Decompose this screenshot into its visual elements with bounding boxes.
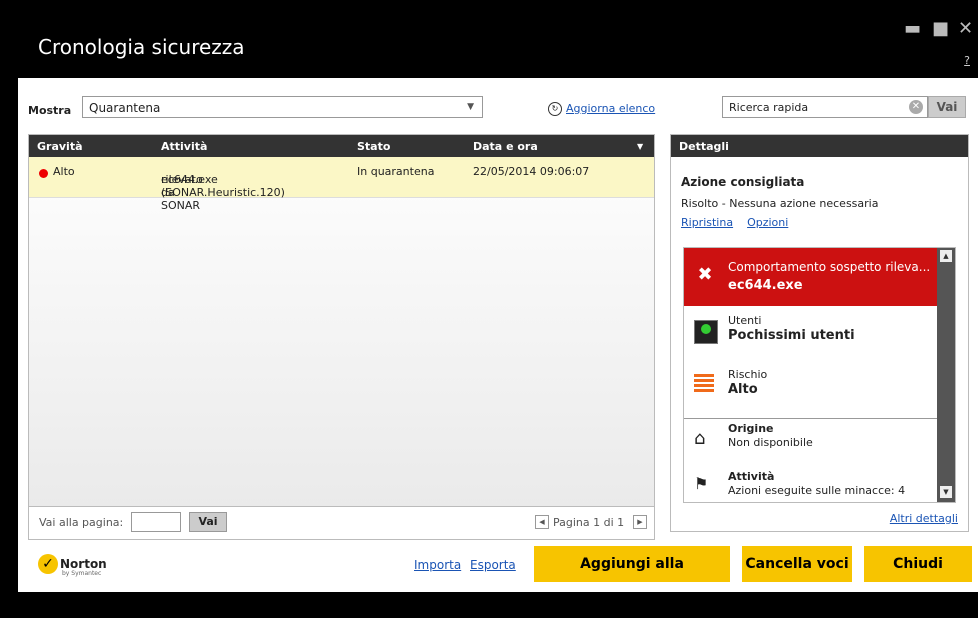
- restore-link[interactable]: Ripristina: [681, 216, 733, 229]
- clear-search-icon[interactable]: ✕: [909, 100, 923, 114]
- recommended-title: Azione consigliata: [681, 175, 805, 189]
- home-icon: ⌂: [694, 428, 706, 449]
- activity-label: Attività: [728, 470, 775, 483]
- cell-activity-line2: rilevato da SONAR: [161, 173, 203, 212]
- search-placeholder: Ricerca rapida: [729, 101, 809, 114]
- risk-label: Rischio: [728, 368, 768, 381]
- show-label: Mostra: [28, 104, 72, 117]
- column-header-status[interactable]: Stato: [357, 140, 390, 153]
- pager-bar: Vai alla pagina: Vai ◀ Pagina 1 di 1 ▶: [28, 506, 655, 540]
- scroll-up-icon[interactable]: ▲: [940, 250, 952, 262]
- show-select-value: Quarantena: [89, 101, 161, 115]
- goto-page-button[interactable]: Vai: [189, 512, 227, 532]
- scroll-down-icon[interactable]: ▼: [940, 486, 952, 498]
- recommended-action: Azione consigliata Risolto - Nessuna azi…: [681, 175, 878, 229]
- window-title: Cronologia sicurezza: [38, 35, 245, 59]
- threat-banner: ✖ Comportamento sospetto rileva... ec644…: [684, 248, 938, 306]
- add-to-quarantine-button[interactable]: Aggiungi alla quarantena: [534, 546, 730, 608]
- cell-datetime: 22/05/2014 09:06:07: [473, 165, 590, 178]
- prev-page-icon[interactable]: ◀: [535, 515, 549, 529]
- title-bar: Cronologia sicurezza ▬ ■ ✕ ?: [0, 0, 978, 78]
- main-panel: Mostra Quarantena ▼ ↻ Aggiorna elenco Ric…: [18, 78, 978, 608]
- risk-level-icon: [694, 374, 714, 392]
- close-button[interactable]: Chiudi: [864, 546, 972, 582]
- column-header-severity[interactable]: Gravità: [37, 140, 83, 153]
- sort-down-icon[interactable]: ▼: [637, 142, 643, 151]
- details-header: Dettagli: [671, 135, 968, 157]
- next-page-icon[interactable]: ▶: [633, 515, 647, 529]
- threat-x-icon: ✖: [697, 264, 713, 285]
- refresh-link[interactable]: Aggiorna elenco: [566, 102, 655, 115]
- search-input[interactable]: Ricerca rapida ✕: [722, 96, 928, 118]
- minimize-icon[interactable]: ▬: [904, 18, 921, 39]
- details-list: ✖ Comportamento sospetto rileva... ec644…: [683, 247, 956, 503]
- history-table: Gravità Attività Stato Data e ora ▼ Alto…: [28, 134, 655, 530]
- options-link[interactable]: Opzioni: [747, 216, 788, 229]
- threat-description: Comportamento sospetto rileva...: [728, 260, 931, 274]
- severity-high-icon: [39, 169, 48, 178]
- table-header: Gravità Attività Stato Data e ora ▼: [29, 135, 654, 157]
- goto-page-input[interactable]: [131, 512, 181, 532]
- norton-check-icon: ✓: [38, 554, 58, 574]
- recommended-text: Risolto - Nessuna azione necessaria: [681, 197, 879, 210]
- maximize-icon[interactable]: ■: [932, 18, 949, 39]
- details-divider: [684, 418, 938, 419]
- search-button[interactable]: Vai: [928, 96, 966, 118]
- origin-label: Origine: [728, 422, 774, 435]
- details-title: Dettagli: [679, 140, 729, 153]
- clear-entries-button[interactable]: Cancella voci: [742, 546, 852, 582]
- brand-subtitle: by Symantec: [62, 570, 102, 577]
- details-panel: Dettagli Azione consigliata Risolto - Ne…: [670, 134, 969, 532]
- chevron-down-icon: ▼: [467, 102, 474, 112]
- help-link[interactable]: ?: [964, 54, 970, 67]
- page-indicator: Pagina 1 di 1: [553, 516, 625, 529]
- users-value: Pochissimi utenti: [728, 328, 855, 343]
- close-icon[interactable]: ✕: [958, 18, 973, 39]
- column-header-datetime[interactable]: Data e ora: [473, 140, 538, 153]
- cell-severity: Alto: [53, 165, 75, 178]
- activity-value: Azioni eseguite sulle minacce: 4: [728, 484, 906, 497]
- origin-value: Non disponibile: [728, 436, 813, 449]
- footer-bar: ✓ Norton by Symantec Importa Esporta Aggi…: [18, 540, 978, 608]
- flag-icon: ⚑: [694, 474, 709, 493]
- norton-logo: ✓ Norton by Symantec: [38, 554, 107, 577]
- more-details-link[interactable]: Altri dettagli: [890, 512, 958, 525]
- user-icon: [694, 320, 718, 344]
- refresh-list[interactable]: ↻ Aggiorna elenco: [548, 102, 655, 116]
- export-link[interactable]: Esporta: [470, 558, 516, 572]
- column-header-activity[interactable]: Attività: [161, 140, 207, 153]
- goto-page-label: Vai alla pagina:: [39, 516, 124, 529]
- show-select[interactable]: Quarantena ▼: [82, 96, 483, 118]
- brand-name: Norton: [60, 557, 107, 571]
- cell-status: In quarantena: [357, 165, 435, 178]
- risk-value: Alto: [728, 382, 758, 397]
- users-label: Utenti: [728, 314, 762, 327]
- threat-file: ec644.exe: [728, 278, 803, 293]
- refresh-icon: ↻: [548, 102, 562, 116]
- table-row[interactable]: Alto ec644.exe (SONAR.Heuristic.120) rile…: [29, 157, 654, 212]
- details-scrollbar[interactable]: ▲ ▼: [937, 248, 955, 502]
- import-link[interactable]: Importa: [414, 558, 461, 572]
